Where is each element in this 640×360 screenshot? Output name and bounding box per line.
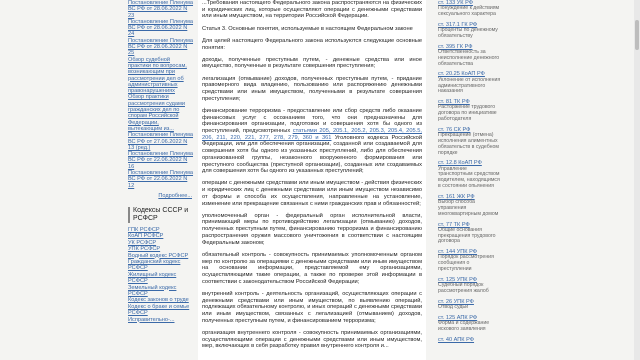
law-paragraph: доходы, полученные преступным путем, - д… — [202, 56, 422, 70]
popular-article-desc: Понуждение к действиям сексуального хара… — [438, 5, 500, 18]
popular-article: ст. 125 УПК РФ Судебный порядок рассмотре… — [438, 277, 502, 295]
related-doc-link[interactable]: Постановление Пленума ВС РФ от 22.06.202… — [128, 151, 194, 170]
law-paragraph: Для целей настоящего Федерального закона… — [202, 37, 422, 51]
popular-article: ст. 133 УК РФ Понуждение к действиям секс… — [438, 0, 502, 18]
law-paragraph: организация внутреннего контроля - совок… — [202, 329, 422, 350]
popular-article: ст. 76 СК РФ Прекращение (отмена) исполне… — [438, 127, 502, 156]
popular-article: ст. 161 ЖК РФ Выбор способа управления мн… — [438, 194, 502, 218]
code-link[interactable]: Кодекс о браке и семье РСФСР — [128, 304, 194, 317]
popular-article: ст. 395 ГК РФ Ответственность за неисполн… — [438, 44, 502, 68]
popular-article-desc: Судебный порядок рассмотрения жалоб — [438, 282, 489, 294]
popular-article: ст. 144 УПК РФ Порядок рассмотрения сообщ… — [438, 249, 502, 273]
popular-article: ст. 26 УПК РФ Отвод судьи — [438, 299, 502, 311]
law-paragraph: обязательный контроль - совокупность при… — [202, 251, 422, 285]
related-docs-list: Постановление Пленума ВС РФ от 28.06.202… — [128, 0, 194, 189]
law-paragraph: уполномоченный орган - федеральный орган… — [202, 212, 422, 246]
popular-article-desc: Расторжение трудового договора по инициа… — [438, 104, 497, 123]
popular-article-desc: Прекращение (отмена) исполнения алиментн… — [438, 132, 499, 156]
popular-article-desc: Общие основания прекращения трудового до… — [438, 226, 496, 245]
code-link[interactable]: Водный кодекс РСФСР — [128, 253, 194, 259]
popular-article: ст. 20.25 КоАП РФ Уклонение от исполнения… — [438, 71, 502, 95]
popular-article: ст. 125 АПК РФ Форма и содержание исковог… — [438, 315, 502, 333]
law-text: ...Требования настоящего Федерального за… — [198, 0, 426, 360]
popular-article: ст. 12.8 КоАП РФ Управление транспортным … — [438, 160, 502, 189]
law-paragraph: легализация (отмывание) доходов, получен… — [202, 75, 422, 102]
related-doc-link[interactable]: Постановление Пленума ВС РФ от 22.06.202… — [128, 170, 194, 189]
popular-article: ст. 317.1 ГК РФ Проценты по денежному обя… — [438, 22, 502, 40]
popular-article-desc: Отвод судьи — [438, 304, 468, 311]
left-sidebar: Постановление Пленума ВС РФ от 28.06.202… — [128, 0, 194, 360]
more-link[interactable]: Подробнее... — [128, 193, 194, 199]
code-link[interactable]: Кодекс законов о труде — [128, 297, 194, 303]
right-sidebar: ст. 133 УК РФ Понуждение к действиям секс… — [438, 0, 502, 360]
code-link[interactable]: Гражданский кодекс РСФСР — [128, 259, 194, 272]
scrollbar[interactable] — [634, 0, 640, 360]
related-doc-link[interactable]: Обзор практики рассмотрения судами гражд… — [128, 94, 194, 132]
terrorism-tail: Уголовного кодекса Российской Федерации,… — [202, 134, 422, 175]
popular-article-desc: Управление транспортным средством водите… — [438, 165, 500, 190]
law-paragraph-terrorism: финансирование терроризма - предоставлен… — [202, 108, 422, 175]
codes-list: ГПК РСФСР КоАП РСФСР УК РСФСР УПК РСФСР … — [128, 227, 194, 323]
popular-article: ст. 40 АПК РФ — [438, 337, 502, 343]
scrollbar-thumb[interactable] — [635, 20, 639, 50]
law-paragraph: операции с денежными средствами или иным… — [202, 180, 422, 207]
related-doc-link[interactable]: Обзор судебной практики по вопросам, воз… — [128, 57, 194, 95]
code-link[interactable]: Земельный кодекс РСФСР — [128, 285, 194, 298]
article-heading: Статья 3. Основные понятия, используемые… — [202, 25, 413, 32]
law-paragraph: ...Требования настоящего Федерального за… — [202, 0, 422, 20]
popular-article-desc: Ответственность за неисполнение денежног… — [438, 49, 500, 67]
code-link[interactable]: Исправительно-... — [128, 317, 194, 323]
popular-article-desc: Уклонение от исполнения административног… — [438, 76, 501, 95]
code-link[interactable]: Жилищный кодекс РСФСР — [128, 272, 194, 285]
related-doc-link[interactable]: Постановление Пленума ВС РФ от 27.06.202… — [128, 132, 194, 151]
law-paragraph: внутренний контроль - деятельность орган… — [202, 290, 422, 324]
related-doc-link[interactable]: Постановление Пленума ВС РФ от 28.06.202… — [128, 19, 194, 38]
related-doc-link[interactable]: Постановление Пленума ВС РФ от 28.06.202… — [128, 0, 194, 19]
popular-article: ст. 81 ТК РФ Расторжение трудового догово… — [438, 99, 502, 123]
popular-article-desc: Форма и содержание искового заявления — [438, 320, 490, 332]
popular-article: ст. 77 ТК РФ Общие основания прекращения … — [438, 222, 502, 246]
related-doc-link[interactable]: Постановление Пленума ВС РФ от 28.06.202… — [128, 38, 194, 57]
popular-article-desc: Проценты по денежному обязательству — [438, 27, 498, 39]
popular-article-desc: Порядок рассмотрения сообщения о преступ… — [438, 254, 494, 273]
codes-section-title: Кодексы СССР и РСФСР — [128, 206, 194, 223]
popular-article-link[interactable]: ст. 40 АПК РФ — [438, 337, 502, 343]
popular-article-desc: Выбор способа управления многоквартирным… — [438, 199, 499, 217]
